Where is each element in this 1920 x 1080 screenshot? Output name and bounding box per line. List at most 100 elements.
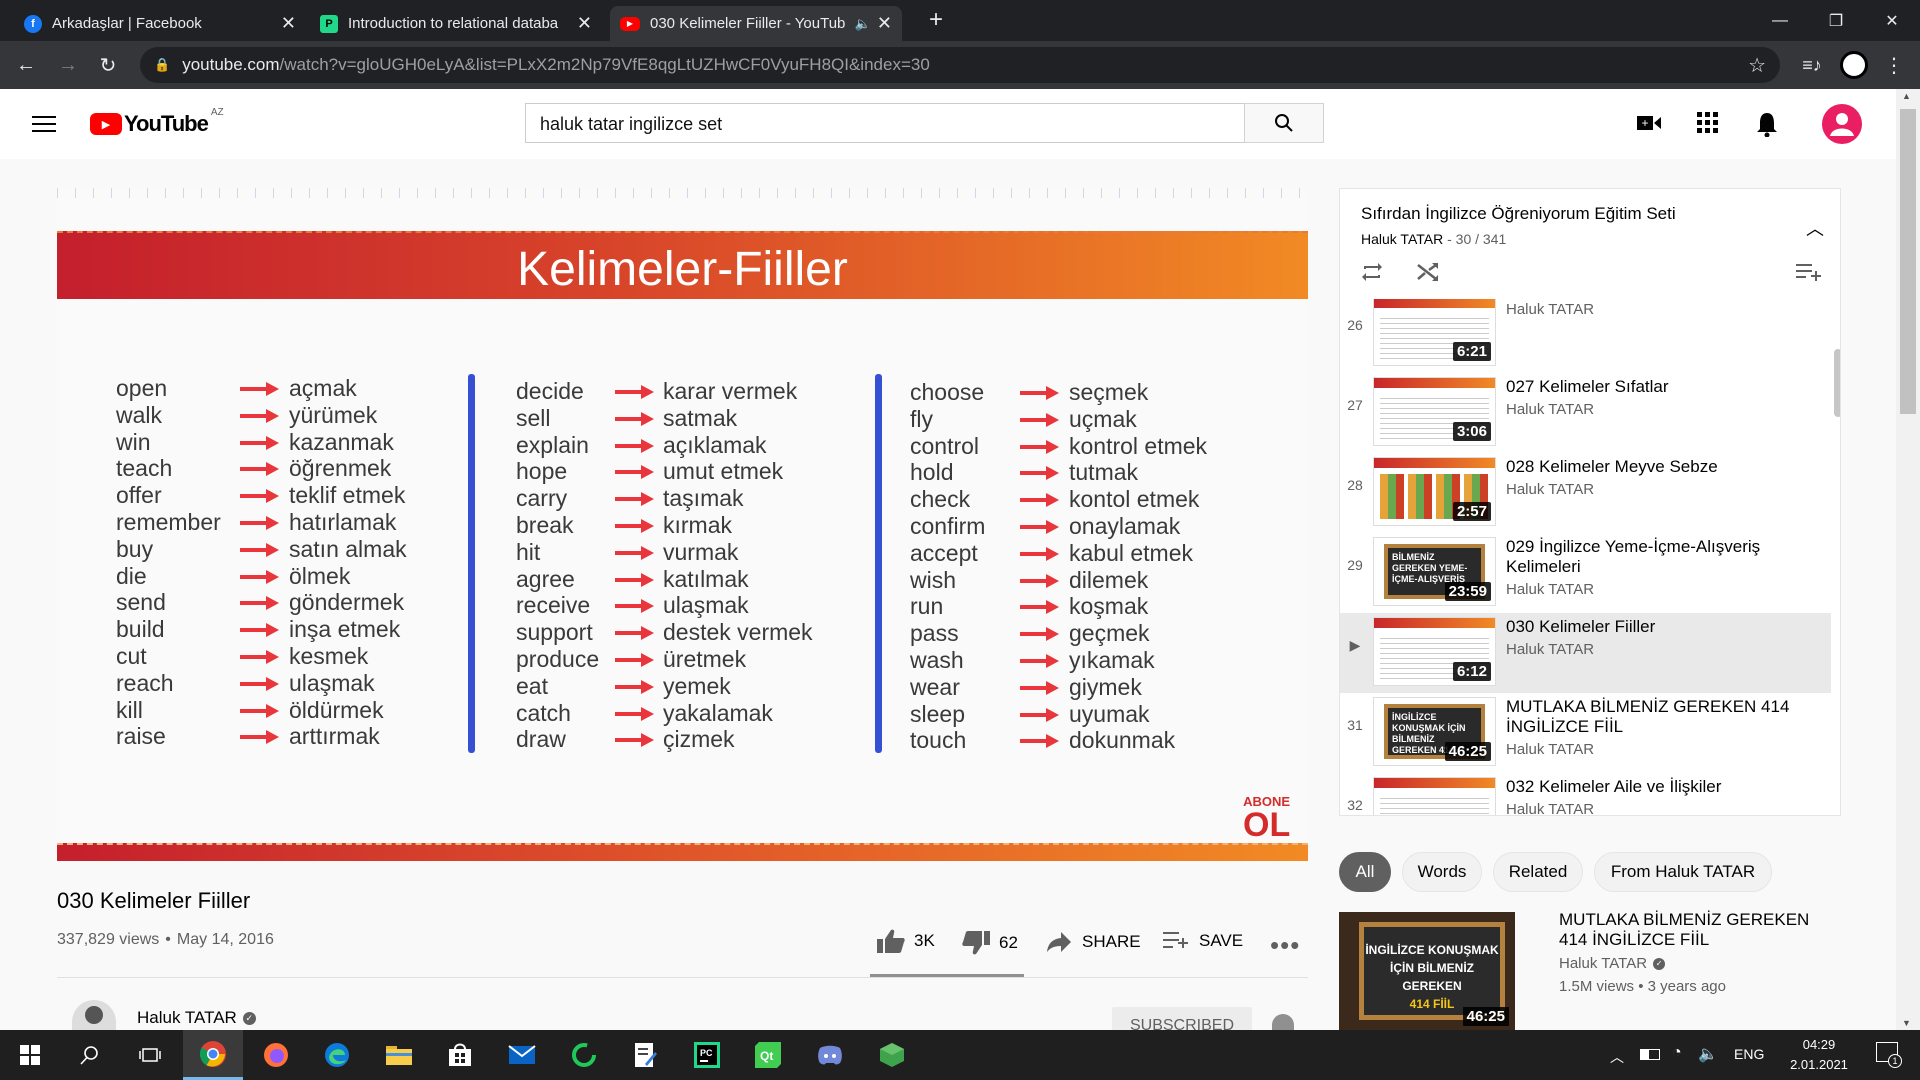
playlist-thumbnail[interactable]: İNGİLİZCE KONUŞMAK İÇİN BİLMENİZ GEREKEN… <box>1373 697 1496 766</box>
playlist-item[interactable]: 27 3:06 027 Kelimeler Sıfatlar Haluk TATAR <box>1340 373 1831 453</box>
scroll-down-icon[interactable]: ▼ <box>1902 1018 1911 1028</box>
playlist-item-channel[interactable]: Haluk TATAR <box>1506 581 1594 598</box>
mail-icon[interactable] <box>492 1030 552 1080</box>
playlist-item-title[interactable]: MUTLAKA BİLMENİZ GEREKEN 414 İNGİLİZCE F… <box>1506 697 1816 737</box>
notification-bell-icon[interactable] <box>1272 1014 1294 1030</box>
save-button[interactable]: SAVE <box>1163 930 1243 952</box>
new-tab-button[interactable]: + <box>922 6 950 34</box>
dislike-button[interactable]: 62 <box>961 930 1018 956</box>
channel-name[interactable]: Haluk TATAR ✓ <box>137 1008 256 1028</box>
playlist-item-channel[interactable]: Haluk TATAR <box>1506 481 1594 498</box>
browser-tab-database[interactable]: P Introduction to relational databa ✕ <box>310 6 602 41</box>
close-icon[interactable]: ✕ <box>281 13 296 34</box>
playlist-item-title[interactable]: 027 Kelimeler Sıfatlar <box>1506 377 1816 397</box>
playlist-item-channel[interactable]: Haluk TATAR <box>1506 301 1594 318</box>
address-bar[interactable]: 🔒 youtube.com/watch?v=gloUGH0eLyA&list=P… <box>140 47 1780 83</box>
discord-icon[interactable] <box>800 1030 860 1080</box>
firefox-icon[interactable] <box>246 1030 306 1080</box>
chip-from-channel[interactable]: From Haluk TATAR <box>1594 852 1772 892</box>
apps-grid-icon[interactable] <box>1697 112 1719 139</box>
store-icon[interactable] <box>430 1030 490 1080</box>
playlist-item-channel[interactable]: Haluk TATAR <box>1506 741 1594 758</box>
volume-icon[interactable]: 🔈 <box>1698 1044 1718 1064</box>
bookmark-star-icon[interactable]: ☆ <box>1748 53 1766 78</box>
windows-start-icon[interactable] <box>0 1030 60 1080</box>
account-avatar[interactable] <box>1822 104 1862 144</box>
chip-words[interactable]: Words <box>1402 852 1482 892</box>
playlist-title[interactable]: Sıfırdan İngilizce Öğreniyorum Eğitim Se… <box>1361 204 1676 224</box>
close-icon[interactable]: ✕ <box>577 13 592 34</box>
pycharm-icon[interactable]: PC <box>677 1030 737 1080</box>
collapse-chevron-icon[interactable]: ︿ <box>1806 215 1824 241</box>
profile-avatar[interactable] <box>1840 51 1868 79</box>
loading-ring-icon[interactable] <box>554 1030 614 1080</box>
file-explorer-icon[interactable] <box>369 1030 429 1080</box>
scroll-up-icon[interactable]: ▲ <box>1902 91 1911 101</box>
browser-tab-youtube[interactable]: ▶ 030 Kelimeler Fiiller - YouTub 🔈 ✕ <box>610 6 902 41</box>
playlist-thumbnail[interactable]: 2:57 <box>1373 457 1496 526</box>
loop-icon[interactable] <box>1360 261 1384 288</box>
more-actions-icon[interactable]: ••• <box>1270 930 1300 961</box>
chip-related[interactable]: Related <box>1493 852 1583 892</box>
recommended-thumbnail[interactable]: İNGİLİZCE KONUŞMAK İÇİN BİLMENİZ GEREKEN… <box>1339 912 1515 1030</box>
playlist-thumbnail[interactable] <box>1373 777 1496 815</box>
playlist-item-title[interactable]: 029 İngilizce Yeme-İçme-Alışveriş Kelime… <box>1506 537 1816 577</box>
playlist-item-channel[interactable]: Haluk TATAR <box>1506 801 1594 815</box>
playlist-channel[interactable]: Haluk TATAR <box>1361 231 1443 247</box>
channel-avatar[interactable] <box>72 1000 116 1030</box>
playlist-item-title[interactable]: 032 Kelimeler Aile ve İlişkiler <box>1506 777 1816 797</box>
edge-icon[interactable] <box>307 1030 367 1080</box>
recommended-title[interactable]: MUTLAKA BİLMENİZ GEREKEN 414 İNGİLİZCE F… <box>1559 910 1839 950</box>
forward-arrow-icon[interactable]: → <box>54 51 82 79</box>
restore-button[interactable]: ❐ <box>1808 0 1864 41</box>
playlist-thumbnail[interactable]: 6:21 <box>1373 299 1496 366</box>
playlist-item[interactable]: ▶ 6:12 030 Kelimeler Fiiller Haluk TATAR <box>1340 613 1831 693</box>
back-arrow-icon[interactable]: ← <box>12 51 40 79</box>
playlist-item-title[interactable]: 030 Kelimeler Fiiller <box>1506 617 1816 637</box>
media-control-icon[interactable]: ≡♪ <box>1798 51 1826 79</box>
like-button[interactable]: 3K <box>876 928 935 954</box>
window-close-button[interactable]: ✕ <box>1864 0 1920 41</box>
show-hidden-icons-chevron[interactable]: ︿ <box>1610 1047 1624 1067</box>
task-view-icon[interactable] <box>120 1030 180 1080</box>
playlist-thumbnail[interactable]: 3:06 <box>1373 377 1496 446</box>
cube-app-icon[interactable] <box>862 1030 922 1080</box>
playlist-item-channel[interactable]: Haluk TATAR <box>1506 641 1594 658</box>
share-button[interactable]: SHARE <box>1046 930 1141 954</box>
notifications-bell-icon[interactable] <box>1756 111 1778 142</box>
battery-icon[interactable] <box>1640 1049 1660 1060</box>
page-scrollbar[interactable]: ▲ ▼ <box>1896 89 1920 1030</box>
speaker-mute-icon[interactable]: 🔈 <box>855 16 871 32</box>
wifi-icon[interactable]: ◔ <box>1672 1044 1682 1062</box>
search-button[interactable] <box>1244 103 1324 143</box>
hamburger-menu-icon[interactable] <box>32 114 56 134</box>
playlist-item[interactable]: 26 6:21 Haluk TATAR <box>1340 299 1831 373</box>
clock[interactable]: 04:29 2.01.2021 <box>1774 1035 1864 1075</box>
minimize-button[interactable]: — <box>1752 0 1808 41</box>
close-icon[interactable]: ✕ <box>877 13 892 34</box>
save-playlist-icon[interactable] <box>1796 263 1822 288</box>
playlist-item[interactable]: 28 2:57 028 Kelimeler Meyve Sebze Haluk TAT… <box>1340 453 1831 533</box>
reload-icon[interactable]: ↻ <box>94 51 122 79</box>
search-icon[interactable] <box>60 1030 120 1080</box>
youtube-logo[interactable]: ▶ YouTube AZ <box>90 107 224 137</box>
chip-all[interactable]: All <box>1339 852 1391 892</box>
subscribed-button[interactable]: SUBSCRIBED <box>1112 1007 1252 1030</box>
playlist-item[interactable]: 32 032 Kelimeler Aile ve İlişkiler Haluk T… <box>1340 773 1831 815</box>
playlist-thumbnail[interactable]: 6:12 <box>1373 617 1496 686</box>
browser-tab-facebook[interactable]: f Arkadaşlar | Facebook ✕ <box>14 6 306 41</box>
recommended-channel[interactable]: Haluk TATAR ✓ <box>1559 955 1666 972</box>
more-menu-icon[interactable]: ⋮ <box>1880 51 1908 79</box>
video-player[interactable]: Kelimeler-Fiiller open walk win teach offer r… <box>57 188 1308 861</box>
playlist-thumbnail[interactable]: BİLMENİZ GEREKEN YEME-İÇME-ALIŞVERİŞ 23:5… <box>1373 537 1496 606</box>
chrome-taskbar-icon[interactable] <box>183 1030 243 1080</box>
document-edit-icon[interactable] <box>615 1030 675 1080</box>
scroll-thumb[interactable] <box>1900 109 1916 414</box>
search-input[interactable]: haluk tatar ingilizce set <box>525 103 1247 143</box>
language-indicator[interactable]: ENG <box>1734 1046 1764 1062</box>
qt-creator-icon[interactable]: Qt <box>738 1030 798 1080</box>
playlist-item-title[interactable]: 028 Kelimeler Meyve Sebze <box>1506 457 1816 477</box>
playlist-item[interactable]: 31 İNGİLİZCE KONUŞMAK İÇİN BİLMENİZ GEREK… <box>1340 693 1831 773</box>
playlist-item-channel[interactable]: Haluk TATAR <box>1506 401 1594 418</box>
playlist-item[interactable]: 29 BİLMENİZ GEREKEN YEME-İÇME-ALIŞVERİŞ 23… <box>1340 533 1831 613</box>
